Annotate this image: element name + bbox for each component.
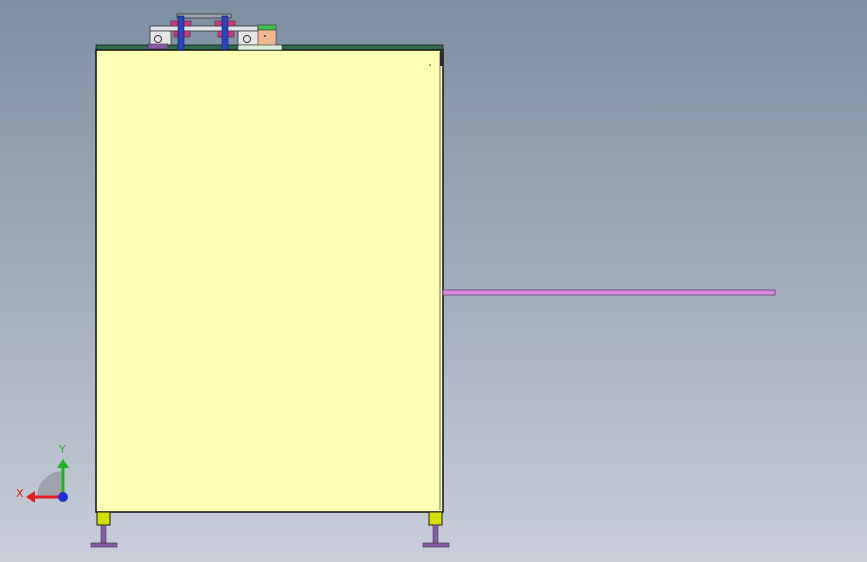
right-foot[interactable] [422,511,450,548]
coordinate-triad [26,459,69,503]
left-foot[interactable] [90,511,118,548]
side-rod[interactable] [442,289,776,296]
cabinet-body[interactable] [95,49,444,513]
cabinet-top-right-block [440,50,443,66]
triad-y-label: Y [59,443,66,456]
graphics-viewport[interactable]: Y X [0,0,867,562]
model-view[interactable] [0,0,867,562]
cabinet-dot [429,64,431,66]
triad-x-label: X [16,487,24,500]
top-mechanism[interactable] [147,13,283,51]
